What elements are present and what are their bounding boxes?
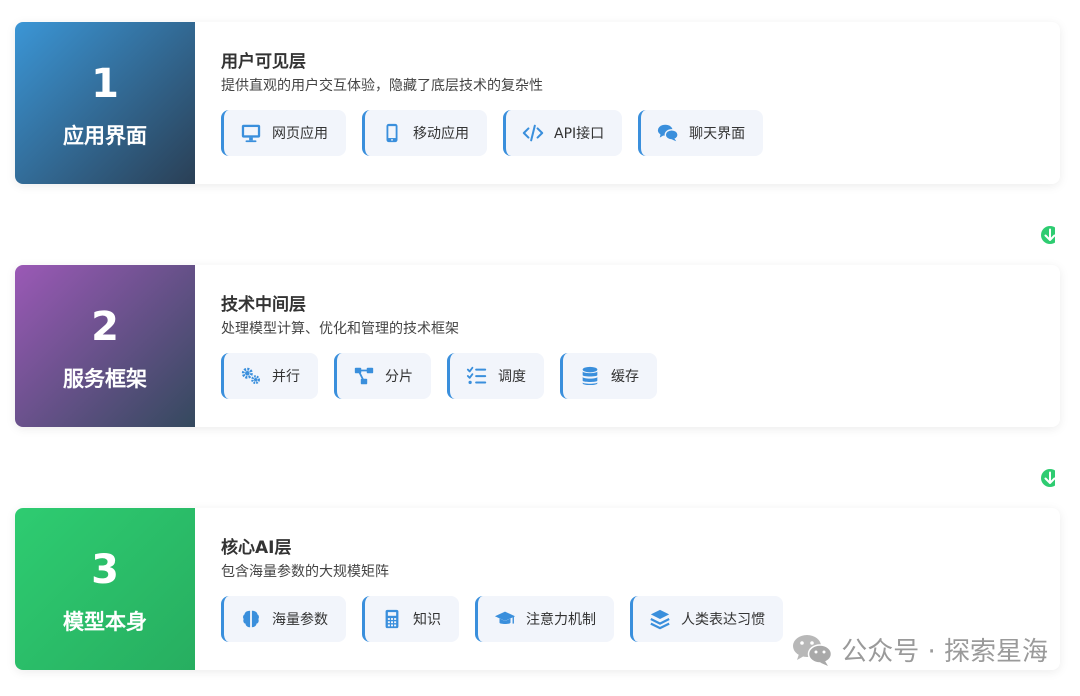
layer-number: 3 — [91, 547, 119, 593]
layer-connector — [105, 226, 1055, 244]
layer-name: 服务框架 — [63, 367, 147, 391]
layer-name: 应用界面 — [63, 124, 147, 148]
gears-icon — [241, 367, 260, 385]
layer-description: 提供直观的用户交互体验，隐藏了底层技术的复杂性 — [221, 78, 543, 94]
item-chip-mobile-app: 移动应用 — [362, 110, 487, 156]
item-chip-cache: 缓存 — [560, 353, 657, 399]
network-icon — [354, 367, 374, 385]
item-chip-scheduling: 调度 — [447, 353, 544, 399]
monitor-icon — [241, 124, 261, 143]
database-icon — [582, 366, 598, 386]
brain-icon — [243, 610, 259, 628]
layer-content: 核心AI层 包含海量参数的大规模矩阵 海量参数 知识 注意力机制 人类表达习惯 — [221, 536, 1040, 642]
item-label: 注意力机制 — [526, 612, 596, 628]
item-label: 调度 — [498, 369, 526, 385]
layer-card-1: 1 应用界面 用户可见层 提供直观的用户交互体验，隐藏了底层技术的复杂性 网页应… — [15, 22, 1060, 184]
item-chip-expression: 人类表达习惯 — [630, 596, 783, 642]
layer-description: 处理模型计算、优化和管理的技术框架 — [221, 321, 459, 337]
item-label: 并行 — [272, 369, 300, 385]
layer-badge: 1 应用界面 — [15, 22, 195, 184]
item-label: 知识 — [413, 612, 441, 628]
item-chip-api: API接口 — [503, 110, 623, 156]
item-chip-chat: 聊天界面 — [638, 110, 764, 156]
mobile-icon — [386, 123, 398, 143]
chat-icon — [658, 124, 679, 142]
item-chip-parallel: 并行 — [221, 353, 318, 399]
item-label: 网页应用 — [272, 126, 328, 142]
layer-number: 1 — [91, 61, 119, 107]
item-chip-attention: 注意力机制 — [475, 596, 614, 642]
code-icon — [522, 124, 544, 142]
layer-content: 用户可见层 提供直观的用户交互体验，隐藏了底层技术的复杂性 网页应用 移动应用 … — [221, 50, 1040, 156]
arrow-down-circle-icon — [1041, 226, 1055, 244]
layer-content: 技术中间层 处理模型计算、优化和管理的技术框架 并行 分片 调度 缓存 — [221, 293, 1040, 399]
item-chip-web-app: 网页应用 — [221, 110, 346, 156]
item-label: 海量参数 — [272, 612, 328, 628]
item-label: API接口 — [554, 126, 605, 142]
layer-description: 包含海量参数的大规模矩阵 — [221, 564, 389, 580]
layer-card-2: 2 服务框架 技术中间层 处理模型计算、优化和管理的技术框架 并行 分片 调度 … — [15, 265, 1060, 427]
wechat-icon — [793, 634, 833, 666]
layer-title: 用户可见层 — [221, 52, 306, 72]
item-label: 移动应用 — [413, 126, 469, 142]
layer-items: 并行 分片 调度 缓存 — [221, 353, 1040, 399]
layer-badge: 3 模型本身 — [15, 508, 195, 670]
item-chip-knowledge: 知识 — [362, 596, 459, 642]
calculator-icon — [385, 609, 399, 629]
layer-title: 技术中间层 — [221, 295, 306, 315]
layer-connector — [105, 469, 1055, 487]
layer-items: 网页应用 移动应用 API接口 聊天界面 — [221, 110, 1040, 156]
watermark: 公众号 · 探索星海 — [791, 631, 1048, 668]
layer-number: 2 — [91, 304, 119, 350]
layer-title: 核心AI层 — [221, 538, 292, 558]
graduation-cap-icon — [494, 611, 516, 625]
tasks-icon — [466, 366, 487, 385]
item-chip-parameters: 海量参数 — [221, 596, 346, 642]
item-label: 缓存 — [611, 369, 639, 385]
item-label: 聊天界面 — [689, 126, 746, 142]
layer-badge: 2 服务框架 — [15, 265, 195, 427]
item-label: 分片 — [385, 369, 413, 385]
arrow-down-circle-icon — [1041, 469, 1055, 487]
layer-name: 模型本身 — [63, 610, 147, 634]
watermark-text: 公众号 · 探索星海 — [841, 637, 1048, 667]
item-chip-sharding: 分片 — [334, 353, 431, 399]
layers-icon — [650, 609, 670, 630]
item-label: 人类表达习惯 — [681, 612, 765, 628]
